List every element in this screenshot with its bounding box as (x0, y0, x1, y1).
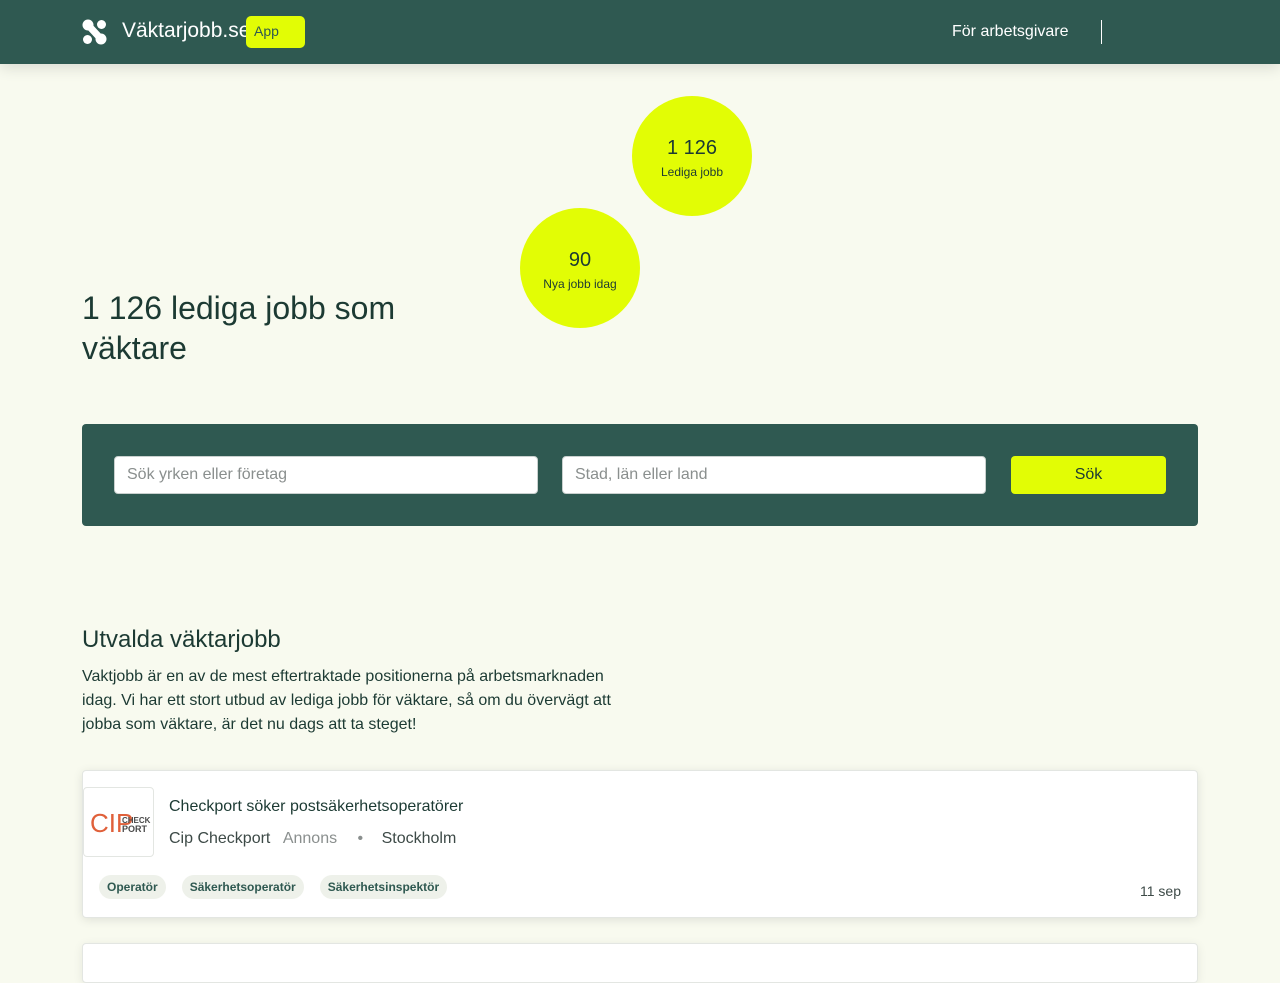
job-location: Stockholm (381, 830, 457, 847)
job-title[interactable]: Checkport söker postsäkerhetsoperatörer (169, 797, 463, 817)
stat-label: Nya jobb idag (543, 277, 617, 291)
job-meta: Cip Checkport Annons • Stockholm (169, 829, 456, 849)
job-date: 11 sep (1140, 883, 1181, 899)
search-location-input[interactable] (562, 456, 986, 494)
ad-label: Annons (282, 830, 338, 847)
section-title: Utvalda väktarjobb (82, 626, 281, 653)
stat-new-jobs-today: 90 Nya jobb idag (520, 208, 640, 328)
job-tag[interactable]: Säkerhetsoperatör (181, 875, 304, 899)
stat-available-jobs: 1 126 Lediga jobb (632, 96, 752, 216)
stat-label: Lediga jobb (660, 165, 724, 179)
job-tag[interactable]: Säkerhetsinspektör (319, 875, 448, 899)
job-tag[interactable]: Operatör (99, 875, 166, 899)
top-navigation-bar: Väktarjobb.se App För arbetsgivare (0, 0, 1280, 64)
job-card[interactable]: CIP CHECK PORT Checkport söker postsäker… (82, 770, 1198, 918)
job-company: Cip Checkport (169, 830, 271, 847)
app-badge[interactable]: App (246, 16, 305, 48)
stat-value: 1 126 (666, 137, 718, 159)
nav-employer-link[interactable]: För arbetsgivare (952, 22, 1069, 42)
cip-checkport-logo-icon: CIP CHECK PORT (90, 808, 151, 838)
section-description: Vaktjobb är en av de mest eftertraktade … (82, 668, 611, 733)
search-panel: Sök (82, 424, 1198, 526)
separator-dot: • (357, 830, 364, 847)
brand-link[interactable]: Väktarjobb.se (122, 19, 250, 43)
stat-value: 90 (568, 249, 592, 271)
nav-divider (1101, 20, 1102, 44)
job-card[interactable] (82, 943, 1198, 983)
company-logo[interactable]: CIP CHECK PORT (83, 787, 154, 857)
page-title: 1 126 lediga jobb som väktare (82, 290, 396, 366)
job-tags: Operatör Säkerhetsoperatör Säkerhetsinsp… (99, 875, 448, 899)
svg-text:PORT: PORT (122, 824, 148, 834)
search-query-input[interactable] (114, 456, 538, 494)
search-button[interactable]: Sök (1011, 456, 1166, 494)
four-dot-logo-icon[interactable] (82, 19, 107, 45)
